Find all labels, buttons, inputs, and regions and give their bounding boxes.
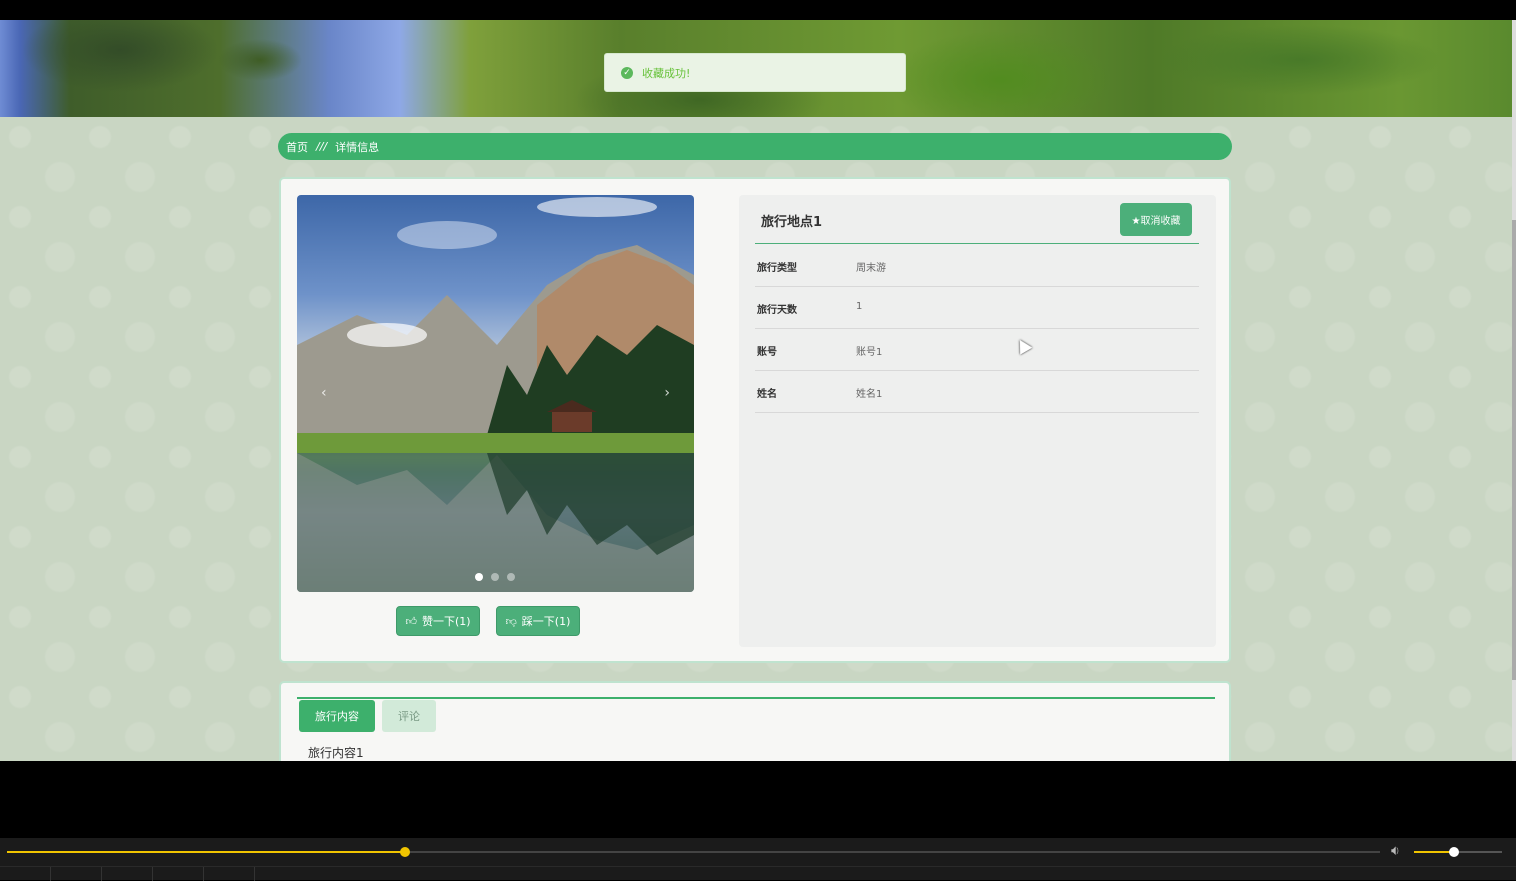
info-value: 周末游 [856, 263, 886, 274]
info-value: 姓名1 [856, 389, 883, 400]
progress-fill [7, 851, 405, 853]
thumbs-up-icon: 👍︎ [405, 614, 417, 628]
like-button[interactable]: 👍︎ 赞一下(1) [396, 606, 480, 636]
info-header: 旅行地点1 ★取消收藏 [755, 195, 1199, 244]
toast-message: 收藏成功! [642, 66, 691, 80]
top-banner-carousel[interactable]: ✓ 收藏成功! [0, 20, 1512, 117]
thumbs-down-icon: 👎︎ [505, 614, 517, 628]
player-control[interactable] [204, 867, 255, 881]
volume-fill [1414, 851, 1454, 853]
detail-card: ‹ › 👍︎ 赞一下(1) 👎︎ 踩一下(1) 旅行地点1 ★取消收藏 旅行类型… [279, 177, 1231, 663]
gallery-dot[interactable] [507, 573, 515, 581]
scrollbar-thumb[interactable] [1512, 220, 1516, 680]
gallery-dots [475, 573, 515, 581]
tab-comments[interactable]: 评论 [382, 700, 436, 732]
landscape-image [297, 197, 694, 592]
info-label: 旅行天数 [757, 305, 797, 316]
player-control[interactable] [51, 867, 102, 881]
info-label: 旅行类型 [757, 263, 797, 274]
chevron-left-icon[interactable]: ‹ [321, 385, 327, 401]
progress-thumb[interactable] [400, 847, 410, 857]
breadcrumb-separator: /// [316, 140, 328, 153]
info-row: 账号 账号1 [755, 329, 1199, 371]
info-value: 1 [856, 301, 863, 312]
content-card: 旅行内容 评论 旅行内容1 [279, 681, 1231, 761]
tab-travel-content[interactable]: 旅行内容 [299, 700, 375, 732]
breadcrumb: 首页 /// 详情信息 [278, 133, 1232, 160]
browser-viewport: ✓ 收藏成功! 首页 /// 详情信息 ‹ › 👍︎ 赞一下(1) 👎︎ 踩一下… [0, 0, 1516, 881]
player-control[interactable] [102, 867, 153, 881]
speaker-icon[interactable]: 🔉︎ [1391, 843, 1400, 859]
gallery-dot[interactable] [491, 573, 499, 581]
info-row: 旅行天数 1 [755, 287, 1199, 329]
info-label: 姓名 [757, 389, 777, 400]
success-toast: ✓ 收藏成功! [604, 53, 906, 92]
dislike-button[interactable]: 👎︎ 踩一下(1) [496, 606, 580, 636]
gallery-dot-active[interactable] [475, 573, 483, 581]
player-control[interactable] [153, 867, 204, 881]
info-panel: 旅行地点1 ★取消收藏 旅行类型 周末游 旅行天数 1 账号 账号1 姓名 姓名… [739, 195, 1216, 647]
breadcrumb-home-link[interactable]: 首页 [286, 139, 308, 155]
player-controls-strip [0, 866, 1516, 881]
volume-slider[interactable] [1414, 847, 1502, 857]
info-value: 账号1 [856, 347, 883, 358]
image-gallery[interactable]: ‹ › [297, 195, 694, 592]
info-label: 账号 [757, 347, 777, 358]
dislike-label: 踩一下(1) [521, 615, 571, 628]
info-row: 姓名 姓名1 [755, 371, 1199, 413]
check-circle-icon: ✓ [621, 66, 633, 79]
unfavorite-button[interactable]: ★取消收藏 [1120, 203, 1192, 236]
progress-slider[interactable] [7, 847, 1380, 857]
volume-thumb[interactable] [1449, 847, 1459, 857]
video-player-bar: 🔉︎ [0, 838, 1516, 881]
chevron-right-icon[interactable]: › [664, 385, 670, 401]
info-row: 旅行类型 周末游 [755, 245, 1199, 287]
place-title: 旅行地点1 [761, 215, 823, 230]
like-label: 赞一下(1) [421, 615, 471, 628]
page-body: 首页 /// 详情信息 ‹ › 👍︎ 赞一下(1) 👎︎ 踩一下(1) 旅行地点… [0, 117, 1512, 761]
tabs-divider [297, 697, 1215, 699]
travel-content-text: 旅行内容1 [308, 746, 364, 760]
breadcrumb-current: 详情信息 [335, 140, 380, 154]
player-control[interactable] [0, 867, 51, 881]
page-scrollbar[interactable] [1512, 20, 1516, 761]
